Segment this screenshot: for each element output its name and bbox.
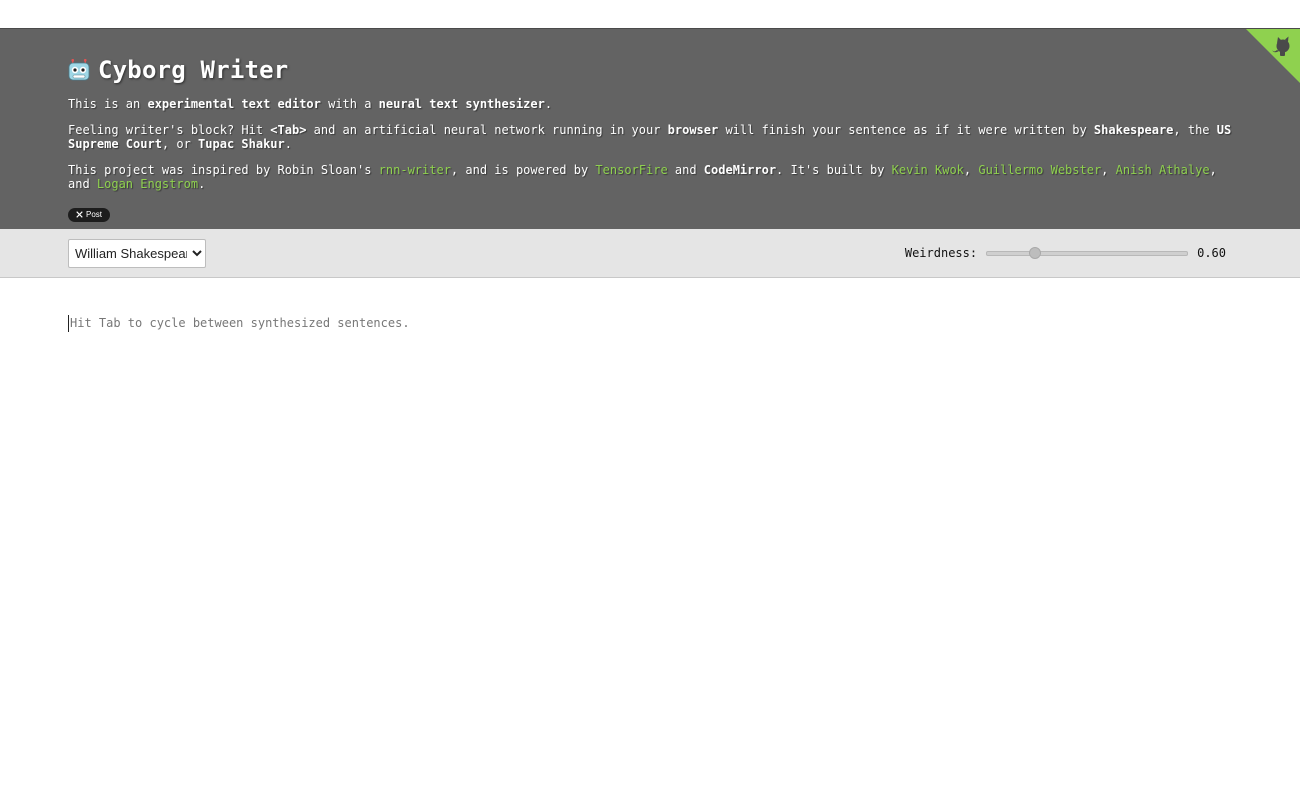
intro-text: with a	[320, 97, 379, 111]
browser-label: browser	[667, 123, 719, 137]
codemirror-label: CodeMirror	[703, 163, 777, 177]
text-editor[interactable]: Hit Tab to cycle between synthesized sen…	[0, 278, 1300, 806]
top-strip	[0, 0, 1300, 28]
intro-paragraph: This is an experimental text editor with…	[68, 97, 1232, 111]
intro-text: .	[544, 97, 553, 111]
logan-engstrom-link[interactable]: Logan Engstrom	[97, 177, 198, 191]
credits-text: This project was inspired by Robin Sloan…	[68, 163, 379, 177]
weirdness-label: Weirdness:	[904, 246, 978, 260]
weirdness-value: 0.60	[1197, 246, 1226, 260]
title-row: Cyborg Writer	[68, 55, 1232, 85]
header-banner: Cyborg Writer This is an experimental te…	[0, 28, 1300, 229]
guillermo-webster-link[interactable]: Guillermo Webster	[978, 163, 1101, 177]
weirdness-slider[interactable]	[986, 245, 1189, 261]
tupac-label: Tupac Shakur	[198, 137, 285, 151]
shakespeare-label: Shakespeare	[1093, 123, 1174, 137]
feeling-text: .	[284, 137, 292, 151]
editor-placeholder: Hit Tab to cycle between synthesized sen…	[68, 315, 410, 332]
credits-text: , and is powered by	[450, 163, 596, 177]
rnn-writer-link[interactable]: rnn-writer	[379, 163, 451, 177]
feeling-text: will finish your sentence as if it were …	[718, 123, 1094, 137]
feeling-text: , the	[1173, 123, 1217, 137]
weirdness-slider-track[interactable]	[986, 251, 1189, 256]
x-logo-icon	[76, 211, 83, 218]
tab-key-label: <Tab>	[270, 123, 307, 137]
weirdness-slider-thumb[interactable]	[1028, 247, 1041, 259]
feeling-text: and an artificial neural network running…	[306, 123, 668, 137]
credits-paragraph: This project was inspired by Robin Sloan…	[68, 163, 1232, 191]
page-title: Cyborg Writer	[98, 56, 289, 84]
feeling-text: , or	[161, 137, 199, 151]
author-select[interactable]: William Shakespeare	[68, 238, 206, 268]
feeling-text: Feeling writer's block? Hit	[68, 123, 271, 137]
github-corner[interactable]	[1246, 29, 1300, 83]
post-button-label: Post	[86, 210, 103, 219]
toolbar: William Shakespeare Weirdness: 0.60	[0, 229, 1300, 278]
feeling-paragraph: Feeling writer's block? Hit <Tab> and an…	[68, 123, 1232, 151]
tensorfire-link[interactable]: TensorFire	[595, 163, 667, 177]
credits-text: ,	[1101, 163, 1116, 177]
credits-text: ,	[963, 163, 979, 177]
intro-text: This is an	[68, 97, 148, 111]
credits-text: and	[667, 163, 704, 177]
post-button[interactable]: Post	[68, 207, 111, 222]
kevin-kwok-link[interactable]: Kevin Kwok	[892, 163, 964, 177]
intro-bold-synth: neural text synthesizer	[378, 97, 545, 111]
credits-text: . It's built by	[776, 163, 892, 177]
credits-text: .	[198, 177, 206, 191]
intro-bold-editor: experimental text editor	[147, 97, 321, 111]
robot-icon	[68, 59, 90, 81]
anish-athalye-link[interactable]: Anish Athalye	[1116, 163, 1210, 177]
